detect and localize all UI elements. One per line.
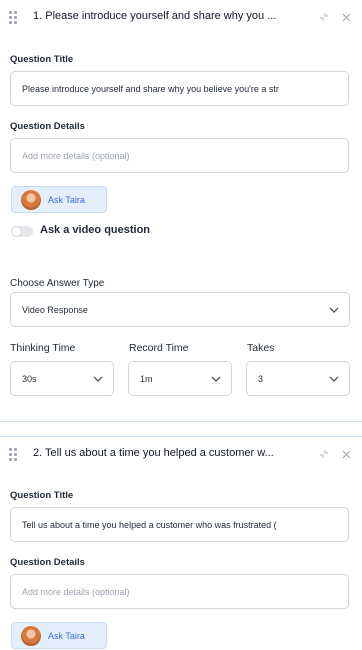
ask-taira-button[interactable]: Ask Taira [11,186,107,213]
question-title-label: Question Title [10,490,74,501]
takes-value: 3 [258,374,264,384]
thinking-time-select[interactable]: 30s [10,361,114,396]
question-card-2: 2. Tell us about a time you helped a cus… [0,436,362,650]
taira-avatar [21,190,41,210]
ask-taira-button[interactable]: Ask Taira [11,622,107,649]
question-details-input[interactable] [10,138,349,173]
question-card-header[interactable]: 2. Tell us about a time you helped a cus… [0,437,362,473]
ask-taira-label: Ask Taira [48,631,85,641]
video-question-label: Ask a video question [40,224,151,236]
close-icon[interactable] [340,11,352,23]
question-card-header[interactable]: 1. Please introduce yourself and share w… [0,0,362,36]
chevron-down-icon [211,376,221,382]
drag-handle-icon[interactable] [9,11,19,25]
ask-taira-label: Ask Taira [48,195,85,205]
question-details-label: Question Details [10,557,85,568]
chevron-down-icon [329,376,339,382]
answer-type-label: Choose Answer Type [10,278,105,289]
question-details-input[interactable] [10,574,349,609]
question-title-input[interactable] [10,507,349,542]
record-time-select[interactable]: 1m [128,361,232,396]
collapse-icon[interactable] [318,448,330,460]
close-icon[interactable] [340,448,352,460]
chevron-down-icon [329,307,339,313]
video-question-toggle[interactable] [11,226,33,237]
thinking-time-label: Thinking Time [10,342,76,354]
chevron-down-icon [93,376,103,382]
question-title-label: Question Title [10,54,74,65]
question-card-title: 2. Tell us about a time you helped a cus… [33,447,274,459]
record-time-label: Record Time [129,342,189,354]
drag-handle-icon[interactable] [9,448,19,462]
collapse-icon[interactable] [318,11,330,23]
answer-type-value: Video Response [22,305,88,315]
thinking-time-value: 30s [22,374,37,384]
question-details-label: Question Details [10,121,85,132]
takes-label: Takes [247,342,275,354]
question-card-title: 1. Please introduce yourself and share w… [33,10,277,22]
answer-type-select[interactable]: Video Response [10,292,350,327]
takes-select[interactable]: 3 [246,361,350,396]
question-title-input[interactable] [10,71,349,106]
taira-avatar [21,626,41,646]
question-card-1: 1. Please introduce yourself and share w… [0,0,362,422]
record-time-value: 1m [140,374,153,384]
